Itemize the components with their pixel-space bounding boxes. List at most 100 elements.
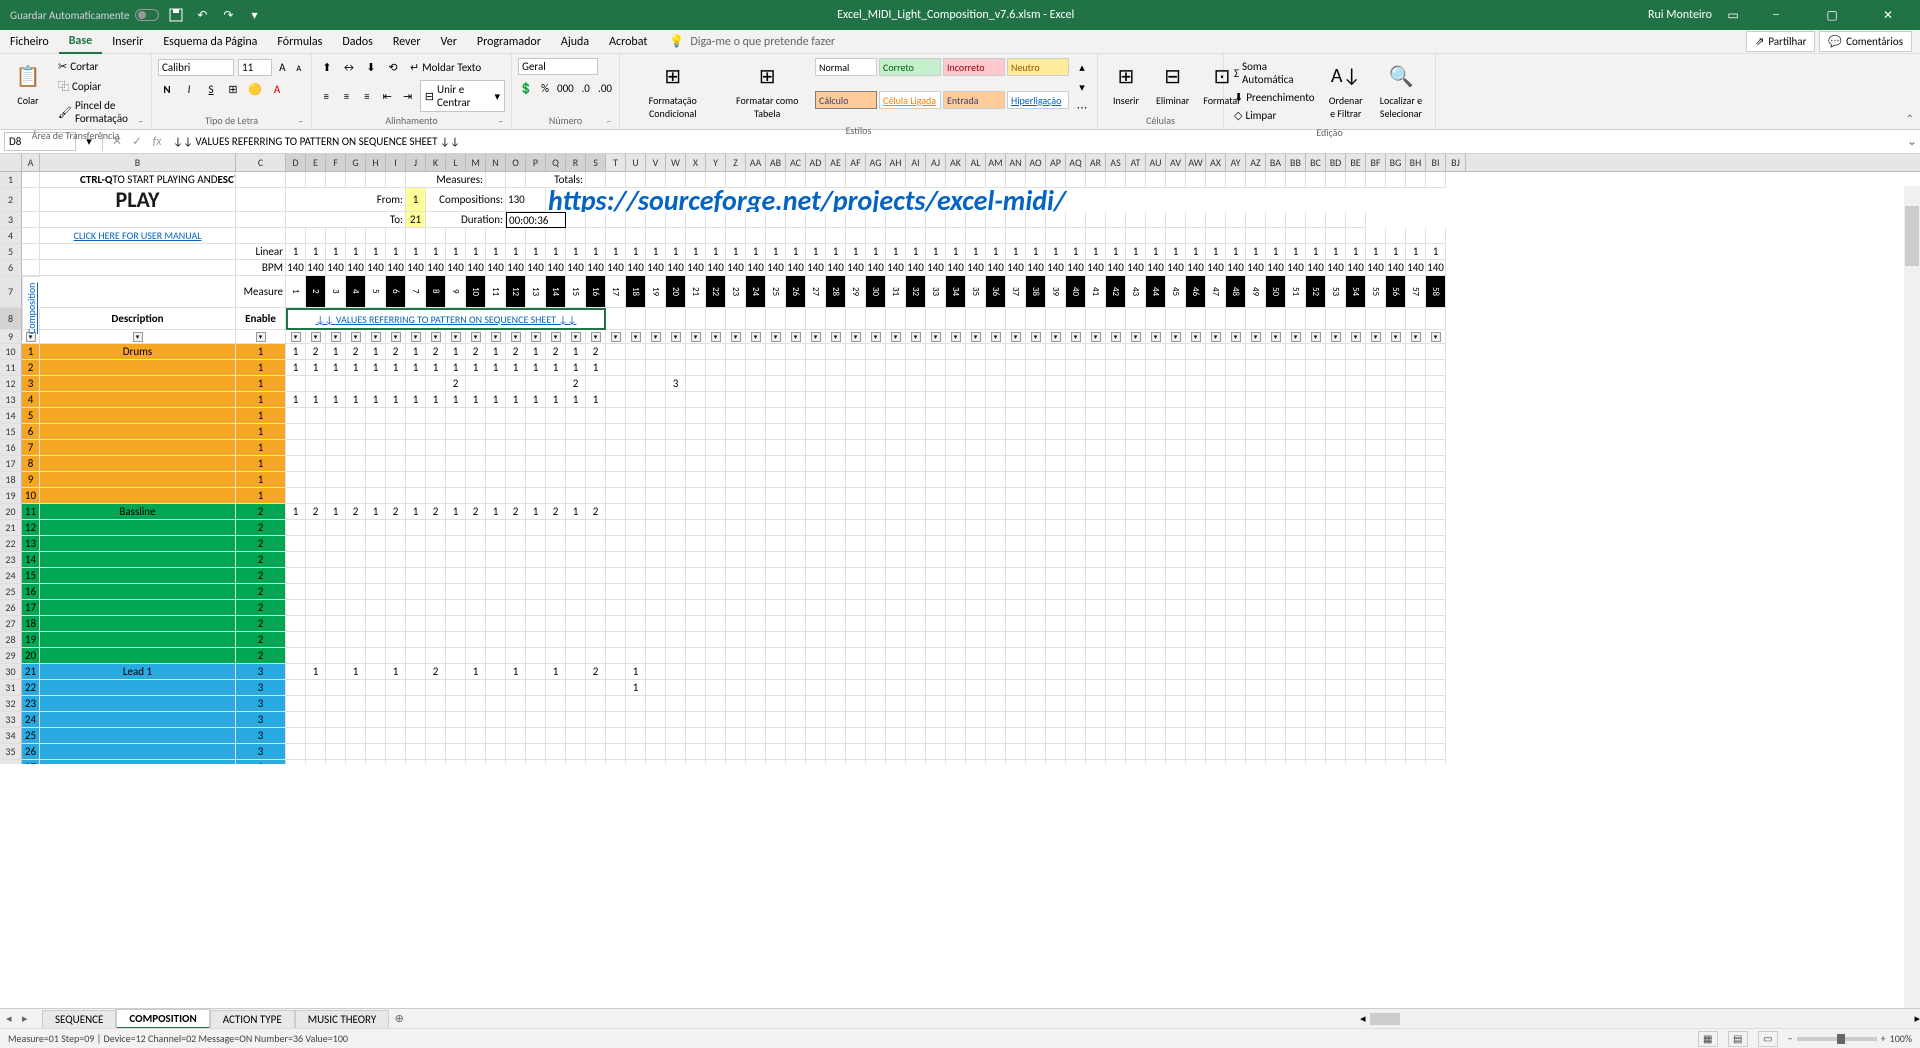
cell[interactable]: 1 xyxy=(486,504,506,520)
cell[interactable] xyxy=(1386,472,1406,488)
filter-icon[interactable]: ▾ xyxy=(1251,332,1261,342)
cell[interactable] xyxy=(1246,552,1266,568)
cell[interactable] xyxy=(826,392,846,408)
cell[interactable] xyxy=(1006,680,1026,696)
cell[interactable] xyxy=(446,728,466,744)
filter-icon[interactable]: ▾ xyxy=(1171,332,1181,342)
cell-track-num[interactable]: 17 xyxy=(22,600,40,616)
cell-track-name[interactable] xyxy=(40,696,236,712)
cell[interactable] xyxy=(426,568,446,584)
cell[interactable] xyxy=(1126,440,1146,456)
cell-track-name[interactable] xyxy=(40,488,236,504)
cell[interactable] xyxy=(886,472,906,488)
cell[interactable] xyxy=(306,488,326,504)
cell[interactable] xyxy=(1426,536,1446,552)
cell[interactable] xyxy=(1066,520,1086,536)
filter-cell[interactable]: ▾ xyxy=(966,330,986,344)
cell[interactable] xyxy=(706,504,726,520)
cell[interactable] xyxy=(1066,376,1086,392)
cell[interactable] xyxy=(286,488,306,504)
cell-enable[interactable]: 3 xyxy=(236,728,286,744)
cell[interactable] xyxy=(426,728,446,744)
cell[interactable]: 1 xyxy=(1286,244,1306,260)
cell[interactable] xyxy=(1306,536,1326,552)
cell[interactable] xyxy=(506,424,526,440)
cell[interactable] xyxy=(586,172,606,188)
col-header[interactable]: Z xyxy=(726,154,746,171)
cell[interactable] xyxy=(1086,344,1106,360)
cell[interactable] xyxy=(646,760,666,764)
cell[interactable] xyxy=(1326,760,1346,764)
cell[interactable] xyxy=(866,760,886,764)
cell[interactable] xyxy=(1346,616,1366,632)
cell[interactable]: 1 xyxy=(566,392,586,408)
measure-header[interactable]: 47 xyxy=(1206,276,1226,308)
measure-header[interactable]: 12 xyxy=(506,276,526,308)
filter-icon[interactable]: ▾ xyxy=(1391,332,1401,342)
cell[interactable]: Measures: xyxy=(406,172,486,188)
cell[interactable] xyxy=(706,376,726,392)
cell[interactable]: 140 xyxy=(506,260,526,276)
cell-enable[interactable]: 2 xyxy=(236,568,286,584)
cell[interactable] xyxy=(1186,392,1206,408)
cell[interactable]: 2 xyxy=(386,344,406,360)
cell[interactable]: 1 xyxy=(306,664,326,680)
cell[interactable] xyxy=(1046,664,1066,680)
cell[interactable] xyxy=(1246,712,1266,728)
cell[interactable] xyxy=(1286,360,1306,376)
cell[interactable] xyxy=(846,376,866,392)
filter-icon[interactable]: ▾ xyxy=(931,332,941,342)
cell[interactable] xyxy=(626,760,646,764)
cell[interactable] xyxy=(806,584,826,600)
filter-icon[interactable]: ▾ xyxy=(571,332,581,342)
filter-cell[interactable]: ▾ xyxy=(926,330,946,344)
cell[interactable] xyxy=(1086,308,1106,330)
cell[interactable] xyxy=(486,376,506,392)
cell[interactable] xyxy=(946,744,966,760)
cell[interactable] xyxy=(1306,376,1326,392)
cell-enable[interactable]: 3 xyxy=(236,712,286,728)
cell[interactable] xyxy=(1166,472,1186,488)
cell[interactable] xyxy=(766,344,786,360)
cell[interactable] xyxy=(686,440,706,456)
cell[interactable] xyxy=(786,308,806,330)
cell[interactable] xyxy=(986,212,1006,228)
cell[interactable] xyxy=(506,440,526,456)
cell[interactable] xyxy=(1426,488,1446,504)
cell[interactable] xyxy=(1006,408,1026,424)
cell[interactable] xyxy=(1346,440,1366,456)
cell[interactable]: 1 xyxy=(1246,244,1266,260)
cell[interactable] xyxy=(906,504,926,520)
cell[interactable] xyxy=(386,172,406,188)
cell[interactable] xyxy=(1366,616,1386,632)
cell[interactable] xyxy=(1166,536,1186,552)
cell[interactable] xyxy=(866,728,886,744)
cell[interactable] xyxy=(906,360,926,376)
col-header[interactable]: Q xyxy=(546,154,566,171)
filter-cell[interactable]: ▾ xyxy=(486,330,506,344)
cell[interactable] xyxy=(846,472,866,488)
cell[interactable] xyxy=(1206,664,1226,680)
cell[interactable] xyxy=(726,584,746,600)
cell[interactable] xyxy=(1206,760,1226,764)
cell[interactable] xyxy=(986,664,1006,680)
cell[interactable] xyxy=(346,520,366,536)
cell[interactable] xyxy=(766,760,786,764)
filter-cell[interactable]: ▾ xyxy=(1186,330,1206,344)
filter-cell[interactable]: ▾ xyxy=(886,330,906,344)
cell[interactable] xyxy=(546,760,566,764)
cell[interactable] xyxy=(486,696,506,712)
cell[interactable] xyxy=(906,584,926,600)
filter-cell[interactable]: ▾ xyxy=(286,330,306,344)
cell[interactable] xyxy=(386,696,406,712)
cell[interactable] xyxy=(446,616,466,632)
filter-icon[interactable]: ▾ xyxy=(1011,332,1021,342)
filter-icon[interactable]: ▾ xyxy=(1311,332,1321,342)
cell[interactable] xyxy=(306,228,326,244)
cell[interactable]: 140 xyxy=(646,260,666,276)
cell[interactable] xyxy=(1266,504,1286,520)
cell[interactable] xyxy=(986,616,1006,632)
cell[interactable] xyxy=(846,600,866,616)
cell[interactable] xyxy=(1326,344,1346,360)
cell-track-name[interactable] xyxy=(40,520,236,536)
